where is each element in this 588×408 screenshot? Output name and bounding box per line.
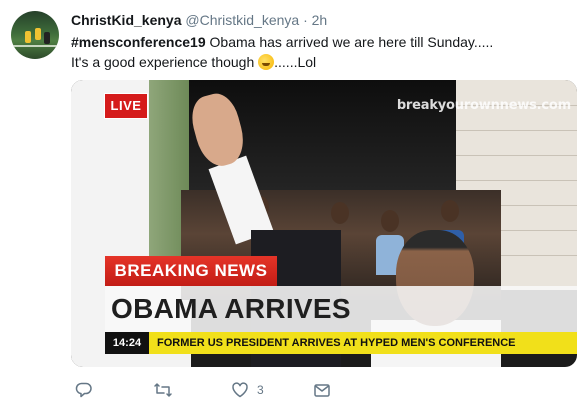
timestamp[interactable]: 2h xyxy=(312,12,328,28)
user-handle[interactable]: @Christkid_kenya xyxy=(185,12,299,28)
ticker-text: FORMER US PRESIDENT ARRIVES AT HYPED MEN… xyxy=(157,337,516,349)
tweet-text-part: ......Lol xyxy=(274,54,317,70)
headline-banner: OBAMA ARRIVES xyxy=(105,286,577,332)
tweet-header: ChristKid_kenya @Christkid_kenya · 2h xyxy=(71,11,327,29)
avatar-field-line xyxy=(11,45,59,47)
tweet-text-line-2: It's a good experience though ......Lol xyxy=(71,52,571,72)
like-count: 3 xyxy=(257,383,264,397)
like-button[interactable]: 3 xyxy=(231,378,264,402)
tweet-text-line-1: #mensconference19 Obama has arrived we a… xyxy=(71,32,571,52)
reply-icon xyxy=(75,382,92,398)
breaking-news-banner: BREAKING NEWS xyxy=(105,256,277,286)
news-ticker: 14:24 FORMER US PRESIDENT ARRIVES AT HYP… xyxy=(105,332,577,354)
watermark: breakyourownnews.com xyxy=(396,98,571,113)
tweet-actions: 3 xyxy=(71,378,491,402)
tweet-text-part: It's a good experience though xyxy=(71,54,259,70)
tweet-image[interactable]: LIVE breakyourownnews.com BREAKING NEWS … xyxy=(71,80,577,367)
retweet-icon xyxy=(154,383,172,397)
grinning-sweat-emoji-icon xyxy=(258,54,275,70)
avatar-player xyxy=(44,32,50,44)
ticker-clock: 14:24 xyxy=(105,332,149,354)
hashtag-link[interactable]: #mensconference19 xyxy=(71,34,206,50)
tweet-text-rest: Obama has arrived we are here till Sunda… xyxy=(205,34,494,50)
retweet-button[interactable] xyxy=(153,378,173,402)
avatar-player xyxy=(25,31,31,43)
separator-dot: · xyxy=(303,12,308,28)
avatar-player xyxy=(35,28,41,40)
avatar[interactable] xyxy=(11,11,59,59)
tweet[interactable]: ChristKid_kenya @Christkid_kenya · 2h #m… xyxy=(0,0,588,408)
reply-button[interactable] xyxy=(75,378,93,402)
tweet-text: #mensconference19 Obama has arrived we a… xyxy=(71,32,571,72)
heart-icon xyxy=(232,382,248,398)
envelope-icon xyxy=(314,384,330,397)
display-name[interactable]: ChristKid_kenya xyxy=(71,12,181,28)
live-badge: LIVE xyxy=(104,93,148,119)
direct-message-button[interactable] xyxy=(313,378,331,402)
